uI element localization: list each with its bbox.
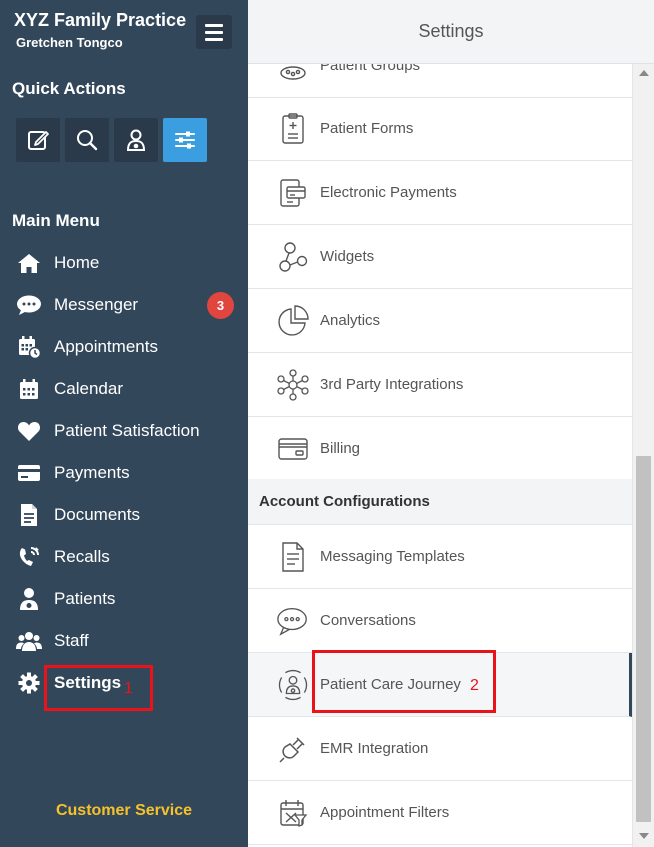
menu-label-patients: Patients <box>54 589 116 608</box>
menu-label-recalls: Recalls <box>54 547 110 566</box>
settings-item-billing[interactable]: Billing <box>248 417 632 481</box>
settings-list: Patient Groups Patient Forms Electronic … <box>248 64 632 847</box>
settings-label: Patient Forms <box>320 120 414 137</box>
settings-label: Analytics <box>320 312 381 329</box>
gear-icon <box>16 671 42 695</box>
menu-label-patient-satisfaction: Patient Satisfaction <box>54 421 200 440</box>
annotation-box-settings <box>44 665 153 711</box>
menu-item-staff[interactable]: Staff <box>0 620 248 662</box>
patient-groups-icon <box>276 64 310 83</box>
settings-label: Electronic Payments <box>320 184 457 201</box>
chat-icon <box>16 293 42 317</box>
hamburger-line <box>205 23 223 27</box>
practice-name: XYZ Family Practice <box>14 10 187 30</box>
settings-item-analytics[interactable]: Analytics <box>248 289 632 353</box>
menu-label-staff: Staff <box>54 631 89 650</box>
settings-item-conversations[interactable]: Conversations <box>248 589 632 653</box>
menu-label-home: Home <box>54 253 100 272</box>
appointments-icon <box>16 335 42 359</box>
menu-item-patients[interactable]: Patients <box>0 578 248 620</box>
template-icon <box>276 540 310 574</box>
hamburger-line <box>205 30 223 34</box>
menu-item-patient-satisfaction[interactable]: Patient Satisfaction <box>0 410 248 452</box>
menu-item-appointments[interactable]: Appointments <box>0 326 248 368</box>
calendar-icon <box>16 377 42 401</box>
settings-item-widgets[interactable]: Widgets <box>248 225 632 289</box>
credit-card-icon <box>16 461 42 485</box>
settings-label: Patient Groups <box>320 64 421 74</box>
menu-item-recalls[interactable]: Recalls <box>0 536 248 578</box>
menu-label-calendar: Calendar <box>54 379 123 398</box>
settings-label: 3rd Party Integrations <box>320 376 464 393</box>
sidebar: XYZ Family Practice Gretchen Tongco Quic… <box>0 0 248 847</box>
document-icon <box>16 503 42 527</box>
settings-item-emr-integration[interactable]: EMR Integration <box>248 717 632 781</box>
quick-settings-button[interactable] <box>163 118 207 162</box>
menu-label-payments: Payments <box>54 463 130 482</box>
patient-icon <box>126 129 146 151</box>
hamburger-menu-button[interactable] <box>196 15 232 49</box>
conversations-icon <box>276 604 310 638</box>
menu-item-documents[interactable]: Documents <box>0 494 248 536</box>
menu-item-calendar[interactable]: Calendar <box>0 368 248 410</box>
menu-label-messenger: Messenger <box>54 295 139 314</box>
menu-label-appointments: Appointments <box>54 337 158 356</box>
messenger-unread-badge: 3 <box>207 292 234 319</box>
billing-card-icon <box>276 432 310 466</box>
settings-label: Conversations <box>320 612 416 629</box>
widgets-icon <box>276 240 310 274</box>
hamburger-line <box>205 37 223 41</box>
quick-patient-button[interactable] <box>114 118 158 162</box>
annotation-box-patient-care-journey <box>312 650 496 713</box>
network-icon <box>276 368 310 402</box>
main-menu: Home Messenger 3 Appointments Calendar P… <box>0 242 248 704</box>
settings-label: Messaging Templates <box>320 548 465 565</box>
menu-item-messenger[interactable]: Messenger 3 <box>0 284 248 326</box>
annotation-step-2: 2 <box>470 677 479 694</box>
settings-item-patient-groups[interactable]: Patient Groups <box>248 64 632 98</box>
heart-icon <box>16 419 42 443</box>
plug-icon <box>276 732 310 766</box>
menu-label-documents: Documents <box>54 505 140 524</box>
staff-icon <box>16 629 42 653</box>
account-configurations-header: Account Configurations <box>248 479 632 525</box>
settings-label: Appointment Filters <box>320 804 450 821</box>
care-journey-icon <box>276 668 310 702</box>
quick-actions-title: Quick Actions <box>12 79 126 98</box>
electronic-payments-icon <box>276 176 310 210</box>
patient-icon <box>16 587 42 611</box>
settings-item-patient-forms[interactable]: Patient Forms <box>248 97 632 161</box>
quick-search-button[interactable] <box>65 118 109 162</box>
annotation-step-1: 1 <box>124 680 133 697</box>
pie-chart-icon <box>276 304 310 338</box>
calendar-filter-icon <box>276 796 310 830</box>
compose-icon <box>28 131 49 150</box>
settings-label: Widgets <box>320 248 375 265</box>
scroll-down-arrow-icon[interactable] <box>639 833 649 839</box>
settings-scrollbar[interactable] <box>632 64 654 847</box>
settings-panel: Settings Patient Groups Patient Forms El… <box>248 0 654 847</box>
settings-item-appointment-filters[interactable]: Appointment Filters <box>248 781 632 845</box>
settings-label: EMR Integration <box>320 740 429 757</box>
user-name: Gretchen Tongco <box>16 35 123 50</box>
compose-button[interactable] <box>16 118 60 162</box>
scrollbar-thumb[interactable] <box>636 456 651 822</box>
clipboard-icon <box>276 112 310 146</box>
settings-label: Billing <box>320 440 361 457</box>
settings-item-electronic-payments[interactable]: Electronic Payments <box>248 161 632 225</box>
settings-item-messaging-templates[interactable]: Messaging Templates <box>248 525 632 589</box>
quick-actions-bar <box>16 118 207 162</box>
settings-title: Settings <box>248 0 654 64</box>
main-menu-title: Main Menu <box>12 211 100 230</box>
customer-service-link[interactable]: Customer Service <box>0 802 248 820</box>
scroll-up-arrow-icon[interactable] <box>639 70 649 76</box>
settings-item-3rd-party-integrations[interactable]: 3rd Party Integrations <box>248 353 632 417</box>
sliders-icon <box>175 131 195 149</box>
recalls-icon <box>16 545 42 569</box>
menu-item-home[interactable]: Home <box>0 242 248 284</box>
home-icon <box>16 251 42 275</box>
menu-item-payments[interactable]: Payments <box>0 452 248 494</box>
search-icon <box>77 130 98 151</box>
